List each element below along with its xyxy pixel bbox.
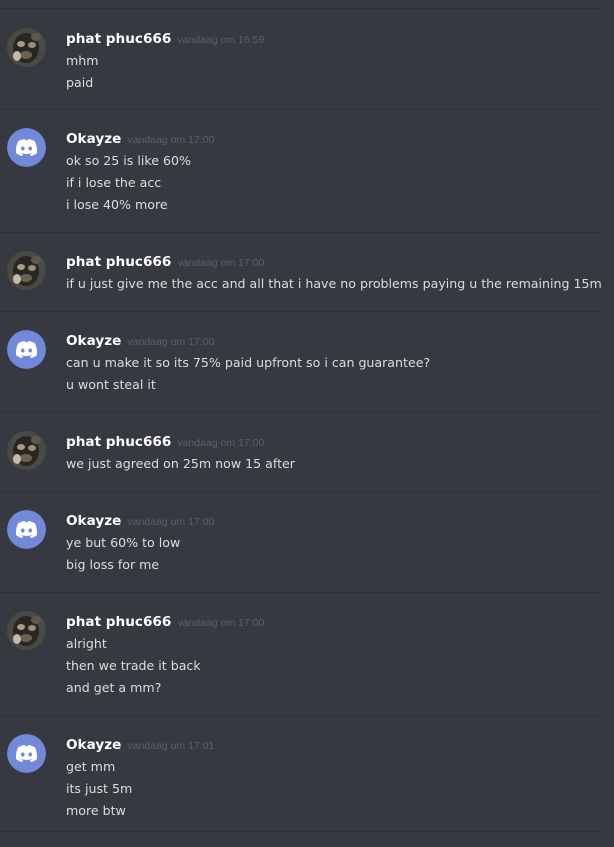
photo-avatar-icon	[7, 251, 46, 290]
username[interactable]: Okayze	[66, 513, 121, 529]
timestamp: vandaag om 17:00	[127, 516, 215, 528]
username[interactable]: Okayze	[66, 131, 121, 147]
avatar-discord[interactable]	[7, 128, 46, 167]
message-line: and get a mm?	[66, 680, 162, 695]
timestamp: vandaag om 17:00	[177, 437, 265, 449]
timestamp: vandaag om 17:00	[177, 257, 265, 269]
message-divider	[0, 232, 604, 233]
message-line: alright	[66, 636, 107, 651]
username[interactable]: Okayze	[66, 333, 121, 349]
message-line: i lose 40% more	[66, 197, 168, 212]
message-divider	[0, 109, 604, 110]
username[interactable]: phat phuc666	[66, 31, 171, 47]
username[interactable]: Okayze	[66, 737, 121, 753]
message-line: more btw	[66, 803, 126, 818]
message-line: then we trade it back	[66, 658, 201, 673]
message-divider	[0, 592, 604, 593]
avatar-photo[interactable]	[7, 28, 46, 67]
timestamp: vandaag om 17:00	[177, 617, 265, 629]
timestamp: vandaag om 17:00	[127, 336, 215, 348]
message-line: ye but 60% to low	[66, 535, 181, 550]
avatar-photo[interactable]	[7, 251, 46, 290]
photo-avatar-icon	[7, 28, 46, 67]
message-line: get mm	[66, 759, 116, 774]
photo-avatar-icon	[7, 611, 46, 650]
discord-logo-icon	[7, 734, 46, 773]
message-line: if i lose the acc	[66, 175, 162, 190]
timestamp: vandaag om 17:01	[127, 740, 215, 752]
avatar-discord[interactable]	[7, 510, 46, 549]
message-divider	[0, 491, 604, 492]
message-line: its just 5m	[66, 781, 133, 796]
username[interactable]: phat phuc666	[66, 614, 171, 630]
message-divider	[0, 411, 604, 412]
avatar-photo[interactable]	[7, 611, 46, 650]
avatar-discord[interactable]	[7, 330, 46, 369]
message-divider	[0, 831, 604, 832]
discord-logo-icon	[7, 510, 46, 549]
username[interactable]: phat phuc666	[66, 434, 171, 450]
message-line: can u make it so its 75% paid upfront so…	[66, 355, 431, 370]
avatar-photo[interactable]	[7, 431, 46, 470]
timestamp: vandaag om 16:59	[177, 34, 265, 46]
message-feed[interactable]: phat phuc666 vandaag om 16:59 mhm paid Ok…	[0, 0, 614, 847]
discord-logo-icon	[7, 128, 46, 167]
message-line: ok so 25 is like 60%	[66, 153, 191, 168]
message-divider	[0, 8, 604, 9]
message-divider	[0, 715, 604, 716]
message-line: if u just give me the acc and all that i…	[66, 276, 602, 291]
avatar-discord[interactable]	[7, 734, 46, 773]
message-line: mhm	[66, 53, 99, 68]
message-line: we just agreed on 25m now 15 after	[66, 456, 295, 471]
message-line: paid	[66, 75, 94, 90]
photo-avatar-icon	[7, 431, 46, 470]
message-line: big loss for me	[66, 557, 160, 572]
username[interactable]: phat phuc666	[66, 254, 171, 270]
message-line: u wont steal it	[66, 377, 156, 392]
message-divider	[0, 311, 604, 312]
timestamp: vandaag om 17:00	[127, 134, 215, 146]
discord-logo-icon	[7, 330, 46, 369]
